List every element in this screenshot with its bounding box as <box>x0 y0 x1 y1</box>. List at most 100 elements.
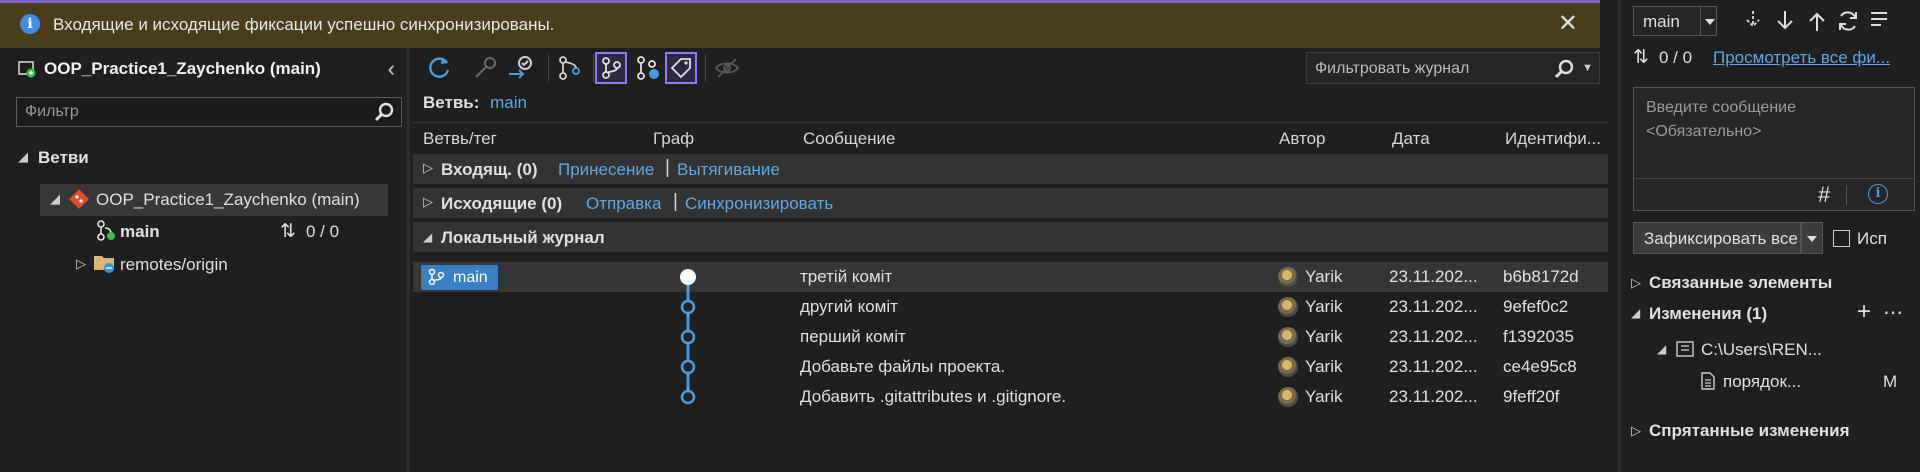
search-icon[interactable] <box>1553 58 1575 80</box>
show-tags-toggle[interactable] <box>665 52 697 84</box>
toolbar-separator <box>548 54 549 82</box>
push-icon[interactable] <box>1805 8 1829 34</box>
branch-sync-counts: 0 / 0 <box>306 222 340 241</box>
more-icon[interactable] <box>1867 8 1891 34</box>
pull-icon[interactable] <box>1773 8 1797 34</box>
hide-icon[interactable] <box>711 52 743 84</box>
commit-row[interactable]: Добавить .gitattributes и .gitignore. Ya… <box>413 382 1608 412</box>
pull-link[interactable]: Вытягивание <box>677 160 780 180</box>
commit-options-dropdown[interactable] <box>1801 222 1823 254</box>
collapse-path-icon[interactable]: ◢ <box>1657 342 1666 356</box>
incoming-section[interactable]: ▷ Входящ. (0) Принесение | Вытягивание <box>413 154 1608 184</box>
change-path[interactable]: C:\Users\REN... <box>1701 340 1822 360</box>
stashes-label[interactable]: Спрятанные изменения <box>1649 421 1850 441</box>
stage-all-icon[interactable]: + <box>1857 298 1871 326</box>
incoming-label[interactable]: Входящ. (0) <box>441 160 538 180</box>
commit-hash: b6b8172d <box>1503 267 1579 286</box>
collapse-local-history-icon[interactable]: ◢ <box>423 230 432 244</box>
branch-label: Ветвь: <box>423 93 480 112</box>
commit-message-input[interactable]: Введите сообщение <Обязательно> # i <box>1633 87 1915 211</box>
push-link[interactable]: Отправка <box>586 194 661 214</box>
commit-author: Yarik <box>1305 297 1343 316</box>
more-options-icon[interactable]: ⋯ <box>1883 300 1903 325</box>
journal-filter-input[interactable]: Фильтровать журнал ▼ <box>1306 52 1600 84</box>
branch-tag-label: main <box>453 269 488 286</box>
message-box-footer: # i <box>1634 178 1914 210</box>
expand-repo-icon[interactable]: ◢ <box>50 191 60 207</box>
file-icon <box>1699 371 1717 391</box>
column-message[interactable]: Сообщение <box>803 129 896 149</box>
expand-related-icon[interactable]: ▷ <box>1631 275 1641 291</box>
remotes-label[interactable]: remotes/origin <box>120 255 228 275</box>
toolbar-separator <box>705 54 706 82</box>
journal-filter-placeholder: Фильтровать журнал <box>1315 60 1470 77</box>
branch-filter-input[interactable]: Фильтр <box>16 97 402 127</box>
go-to-parent-icon[interactable] <box>468 52 500 84</box>
commit-row[interactable]: другий коміт Yarik 23.11.202... 9efef0c2 <box>413 292 1608 322</box>
expand-branches-icon[interactable]: ◢ <box>18 149 28 165</box>
show-local-branches-toggle[interactable] <box>595 52 627 84</box>
hash-icon[interactable]: # <box>1818 182 1830 208</box>
changed-file[interactable]: порядок... <box>1723 372 1801 392</box>
info-icon[interactable]: i <box>1868 184 1888 204</box>
avatar <box>1278 267 1298 287</box>
expand-remotes-icon[interactable]: ▷ <box>76 256 86 272</box>
filter-placeholder: Фильтр <box>25 103 79 120</box>
avatar <box>1278 387 1298 407</box>
branches-heading[interactable]: Ветви <box>38 148 89 168</box>
commit-all-button[interactable]: Зафиксировать все <box>1633 222 1801 254</box>
folder-icon <box>92 252 116 274</box>
commit-row[interactable]: перший коміт Yarik 23.11.202... f1392035 <box>413 322 1608 352</box>
commit-row[interactable]: Добавьте файлы проекта. Yarik 23.11.202.… <box>413 352 1608 382</box>
graph-node-head <box>680 269 696 285</box>
local-history-section[interactable]: ◢ Локальный журнал <box>413 222 1608 252</box>
show-remote-branches-icon[interactable] <box>631 52 663 84</box>
collapse-panel-icon[interactable]: ‹ <box>388 56 395 82</box>
sync-link[interactable]: Синхронизировать <box>685 194 833 214</box>
chevron-down-icon[interactable] <box>1700 7 1718 35</box>
branch-select[interactable]: main <box>1633 6 1717 36</box>
graph-node <box>680 329 696 345</box>
collapse-changes-icon[interactable]: ◢ <box>1631 306 1640 320</box>
commit-date: 23.11.202... <box>1389 387 1478 406</box>
outgoing-section[interactable]: ▷ Исходящие (0) Отправка | Синхронизиров… <box>413 188 1608 218</box>
expand-incoming-icon[interactable]: ▷ <box>423 160 433 176</box>
avatar <box>1278 327 1298 347</box>
commit-row[interactable]: main третій коміт Yarik 23.11.202... b6b… <box>413 262 1608 292</box>
column-id[interactable]: Идентифи... <box>1505 129 1601 149</box>
commit-hash: ce4e95c8 <box>1503 357 1577 376</box>
avatar <box>1278 297 1298 317</box>
close-icon[interactable]: ✕ <box>1558 12 1578 36</box>
fetch-icon[interactable] <box>1741 8 1765 34</box>
graph-node <box>680 299 696 315</box>
sync-icon[interactable] <box>1835 8 1861 34</box>
chevron-down-icon[interactable]: ▼ <box>1582 62 1593 74</box>
column-author[interactable]: Автор <box>1279 129 1326 149</box>
compare-branches-icon[interactable] <box>553 52 585 84</box>
branch-value[interactable]: main <box>490 93 527 112</box>
go-to-child-icon[interactable] <box>505 52 537 84</box>
history-column-headers: Ветвь/тег Граф Сообщение Автор Дата Иден… <box>413 122 1608 154</box>
fetch-link[interactable]: Принесение <box>558 160 654 180</box>
view-all-link[interactable]: Просмотреть все фи... <box>1713 48 1890 68</box>
column-graph[interactable]: Граф <box>653 129 694 149</box>
notification-bar: i Входящие и исходящие фиксации успешно … <box>0 0 1600 48</box>
refresh-icon[interactable] <box>423 52 455 84</box>
local-history-label[interactable]: Локальный журнал <box>441 228 605 248</box>
amend-checkbox[interactable] <box>1833 230 1850 247</box>
branch-tag-main[interactable]: main <box>421 265 498 290</box>
expand-outgoing-icon[interactable]: ▷ <box>423 194 433 210</box>
search-icon[interactable] <box>373 101 395 123</box>
changes-label[interactable]: Изменения (1) <box>1649 304 1767 324</box>
expand-stashes-icon[interactable]: ▷ <box>1631 423 1641 439</box>
outgoing-label[interactable]: Исходящие (0) <box>441 194 562 214</box>
branches-panel: OOP_Practice1_Zaychenko (main) ‹ Фильтр … <box>0 48 410 472</box>
commit-author: Yarik <box>1305 387 1343 406</box>
main-branch-label[interactable]: main <box>120 222 160 242</box>
sync-arrows-icon: ⇅ <box>280 221 296 242</box>
column-branch-tag[interactable]: Ветвь/тег <box>423 129 497 149</box>
related-items-label[interactable]: Связанные элементы <box>1649 273 1832 293</box>
repository-icon <box>17 59 37 79</box>
repo-node-label[interactable]: OOP_Practice1_Zaychenko (main) <box>96 190 360 210</box>
column-date[interactable]: Дата <box>1392 129 1430 149</box>
